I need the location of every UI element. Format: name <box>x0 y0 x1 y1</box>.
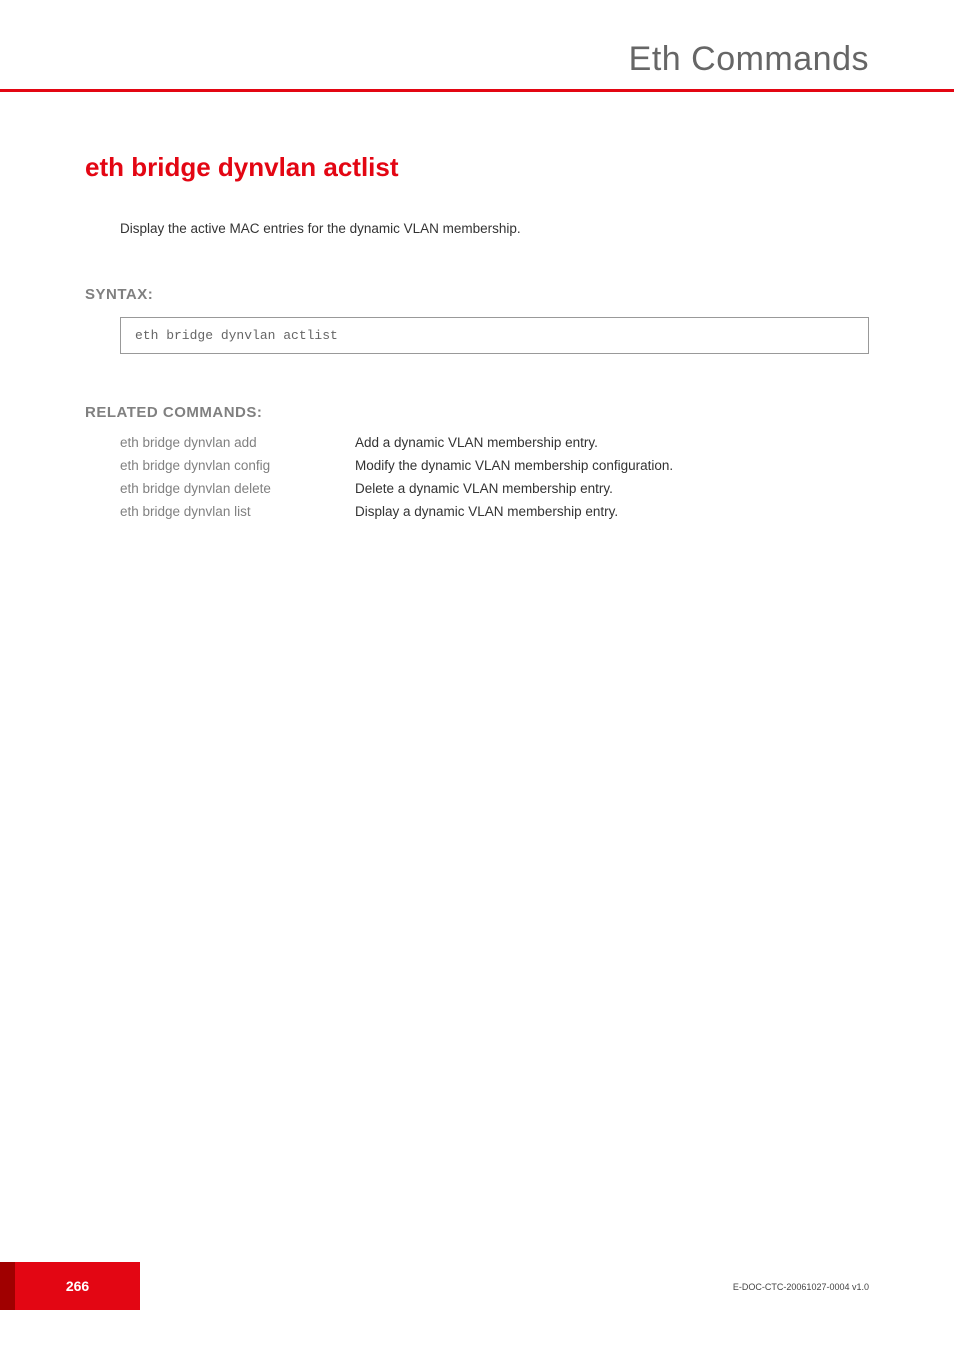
related-row: eth bridge dynvlan add Add a dynamic VLA… <box>120 435 869 450</box>
related-commands-table: eth bridge dynvlan add Add a dynamic VLA… <box>120 435 869 519</box>
related-command-desc: Delete a dynamic VLAN membership entry. <box>355 481 613 496</box>
page-number: 266 <box>66 1278 89 1294</box>
tab-dark-strip <box>0 1262 15 1310</box>
footer-docid: E-DOC-CTC-20061027-0004 v1.0 <box>733 1282 869 1292</box>
related-commands-label: RELATED COMMANDS: <box>85 404 869 421</box>
running-head: Eth Commands <box>85 40 869 79</box>
related-command-name: eth bridge dynvlan add <box>120 435 355 450</box>
syntax-code-box: eth bridge dynvlan actlist <box>120 317 869 354</box>
page-number-tab: 266 <box>0 1262 140 1310</box>
header-rule <box>0 89 954 92</box>
tab-bright-strip: 266 <box>15 1262 140 1310</box>
page-container: Eth Commands eth bridge dynvlan actlist … <box>0 0 954 1350</box>
related-command-name: eth bridge dynvlan list <box>120 504 355 519</box>
related-row: eth bridge dynvlan delete Delete a dynam… <box>120 481 869 496</box>
related-row: eth bridge dynvlan list Display a dynami… <box>120 504 869 519</box>
related-command-name: eth bridge dynvlan config <box>120 458 355 473</box>
intro-text: Display the active MAC entries for the d… <box>120 221 869 236</box>
syntax-label: SYNTAX: <box>85 286 869 303</box>
page-title: eth bridge dynvlan actlist <box>85 152 869 183</box>
related-command-desc: Display a dynamic VLAN membership entry. <box>355 504 618 519</box>
related-command-desc: Add a dynamic VLAN membership entry. <box>355 435 598 450</box>
related-row: eth bridge dynvlan config Modify the dyn… <box>120 458 869 473</box>
related-command-desc: Modify the dynamic VLAN membership confi… <box>355 458 673 473</box>
related-command-name: eth bridge dynvlan delete <box>120 481 355 496</box>
